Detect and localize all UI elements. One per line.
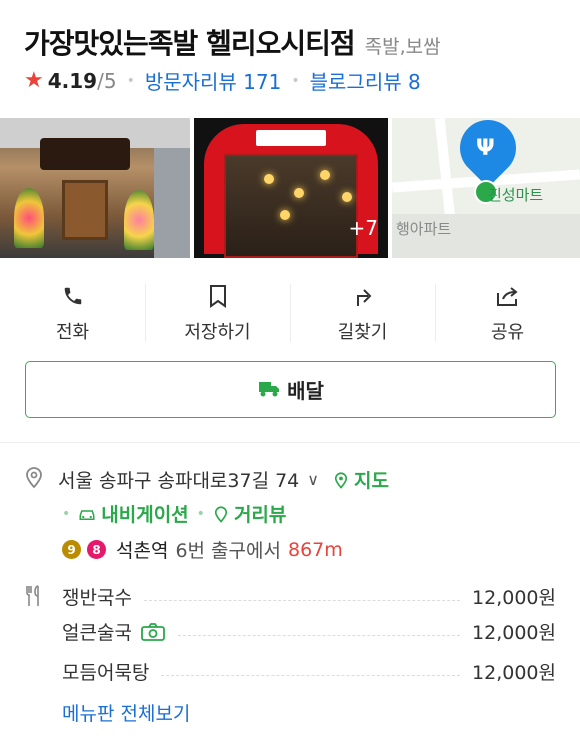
car-icon <box>79 509 95 520</box>
separator-dot: • <box>126 72 135 89</box>
interior-photo[interactable]: +7 <box>194 118 388 258</box>
action-bar: 전화 저장하기 길찾기 공유 <box>0 282 580 344</box>
separator-dot: • <box>62 505 71 522</box>
address-text: 서울 송파구 송파대로37길 74 <box>58 470 300 492</box>
map-pin-small-icon <box>334 472 348 489</box>
dotted-leader <box>161 675 461 676</box>
address-row: 서울 송파구 송파대로37길 74 ∨ 지도 <box>24 465 389 494</box>
subway-row: 9 8 석촌역 6번 출구에서 867m <box>62 536 343 563</box>
chevron-down-icon[interactable]: ∨ <box>307 470 319 489</box>
rating-score: 4.19 <box>47 68 98 93</box>
map-link-label: 지도 <box>354 470 389 492</box>
delivery-label: 배달 <box>287 379 324 403</box>
map-label-apartment: 행아파트 <box>396 220 452 238</box>
share-icon <box>495 282 521 310</box>
street-view-pin-icon <box>214 506 228 523</box>
rating-max: /5 <box>97 68 117 93</box>
blog-reviews-link[interactable]: 블로그리뷰 8 <box>310 66 421 95</box>
station-exit: 6번 출구에서 <box>175 540 281 562</box>
map-link[interactable]: 지도 <box>333 466 389 493</box>
navigation-label: 내비게이션 <box>101 504 189 526</box>
navigation-row: • 내비게이션 • 거리뷰 <box>62 500 286 527</box>
map-thumbnail[interactable]: Ψ 진성마트 행아파트 <box>392 118 580 258</box>
menu-item-name: 얼큰술국 <box>62 622 132 644</box>
station-name: 석촌역 <box>116 540 169 562</box>
directions-button[interactable]: 길찾기 <box>290 282 435 344</box>
camera-icon <box>140 622 166 642</box>
menu-item[interactable]: 쟁반국수 12,000원 <box>62 583 556 610</box>
separator-dot: • <box>196 505 205 522</box>
utensils-icon <box>24 585 46 611</box>
dotted-leader <box>143 600 461 601</box>
visitor-reviews-link[interactable]: 방문자리뷰 171 <box>145 66 282 95</box>
station-distance: 867m <box>287 538 343 561</box>
more-photos-count: +7 <box>348 216 378 240</box>
place-header: 가장맛있는족발 헬리오시티점 족발,보쌈 <box>24 22 570 62</box>
subway-line-8-badge: 8 <box>87 540 106 559</box>
subway-line-9-badge: 9 <box>62 540 81 559</box>
separator-dot: • <box>291 72 300 89</box>
directions-icon <box>352 282 374 310</box>
phone-icon <box>62 282 84 310</box>
delivery-button[interactable]: 배달 <box>25 361 556 418</box>
street-view-label: 거리뷰 <box>233 504 287 526</box>
menu-item[interactable]: 모듬어묵탕 12,000원 <box>62 658 556 685</box>
share-label: 공유 <box>490 322 525 343</box>
bookmark-icon <box>208 282 228 310</box>
menu-item-name: 모듬어묵탕 <box>62 662 150 684</box>
menu-item[interactable]: 얼큰술국 12,000원 <box>62 618 556 645</box>
section-divider <box>0 442 580 443</box>
dotted-leader <box>177 635 461 636</box>
call-label: 전화 <box>55 322 90 343</box>
place-title: 가장맛있는족발 헬리오시티점 <box>24 27 356 60</box>
rating-row: ★ 4.19 /5 • 방문자리뷰 171 • 블로그리뷰 8 <box>24 66 421 95</box>
street-view-link[interactable]: 거리뷰 <box>213 500 286 527</box>
menu-item-price: 12,000원 <box>472 622 556 644</box>
save-label: 저장하기 <box>184 322 251 343</box>
view-full-menu-link[interactable]: 메뉴판 전체보기 <box>62 699 190 726</box>
call-button[interactable]: 전화 <box>0 282 145 344</box>
place-category: 족발,보쌈 <box>364 36 441 58</box>
menu-item-name: 쟁반국수 <box>62 587 132 609</box>
map-label-mart: 진성마트 <box>488 186 544 204</box>
share-button[interactable]: 공유 <box>435 282 580 344</box>
photo-strip: +7 Ψ 진성마트 행아파트 <box>0 118 580 258</box>
save-button[interactable]: 저장하기 <box>145 282 290 344</box>
directions-label: 길찾기 <box>337 322 388 343</box>
delivery-truck-icon <box>257 378 281 402</box>
menu-item-price: 12,000원 <box>472 587 556 609</box>
location-pin-icon <box>24 465 44 494</box>
navigation-link[interactable]: 내비게이션 <box>78 500 189 527</box>
menu-item-price: 12,000원 <box>472 662 556 684</box>
restaurant-fork-icon: Ψ <box>476 136 495 161</box>
storefront-photo[interactable] <box>0 118 190 258</box>
star-icon: ★ <box>24 68 44 93</box>
